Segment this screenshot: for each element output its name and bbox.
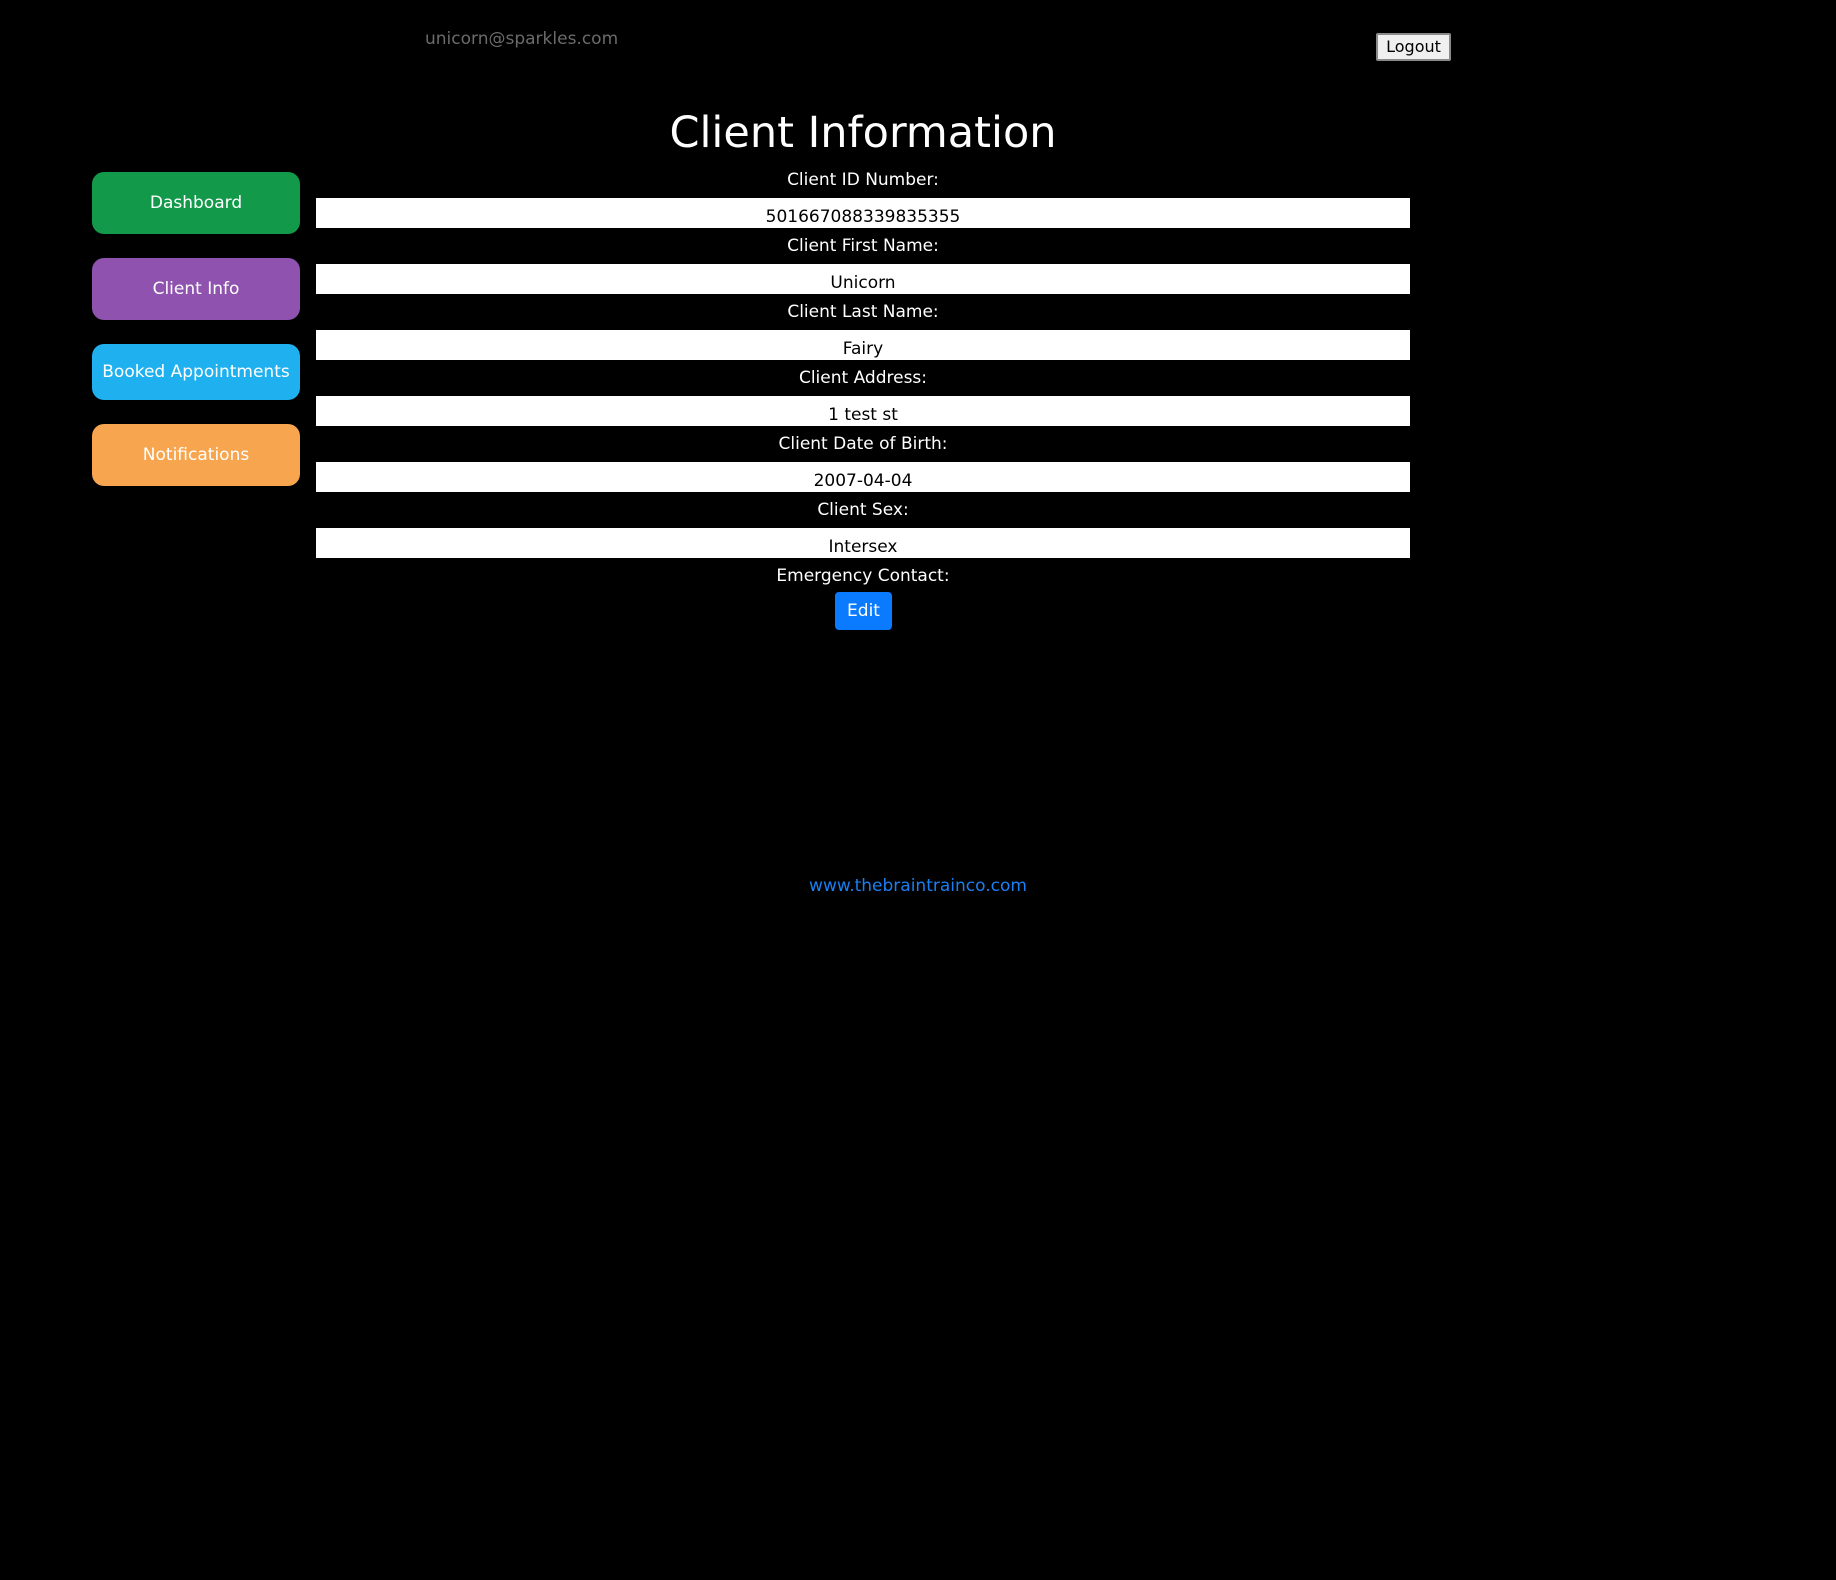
client-last-name-value: Fairy — [316, 330, 1410, 360]
client-information-page: unicorn@sparkles.com Logout Client Infor… — [0, 0, 1836, 1580]
client-first-name-label: Client First Name: — [787, 236, 939, 256]
client-sex-value: Intersex — [316, 528, 1410, 558]
logout-button[interactable]: Logout — [1376, 33, 1451, 61]
client-address-label: Client Address: — [798, 368, 928, 388]
client-last-name-label: Client Last Name: — [787, 302, 939, 322]
edit-button[interactable]: Edit — [835, 592, 892, 630]
client-sex-label: Client Sex: — [817, 500, 909, 520]
client-dob-value: 2007-04-04 — [316, 462, 1410, 492]
client-dob-label: Client Date of Birth: — [778, 434, 948, 454]
user-email: unicorn@sparkles.com — [425, 29, 619, 49]
client-first-name-value: Unicorn — [316, 264, 1410, 294]
footer-link[interactable]: www.thebraintrainco.com — [0, 876, 1836, 896]
client-id-label: Client ID Number: — [787, 170, 939, 190]
emergency-contact-label: Emergency Contact: — [776, 566, 950, 586]
page-title: Client Information — [669, 108, 1057, 158]
client-id-value: 501667088339835355 — [316, 198, 1410, 228]
client-address-value: 1 test st — [316, 396, 1410, 426]
